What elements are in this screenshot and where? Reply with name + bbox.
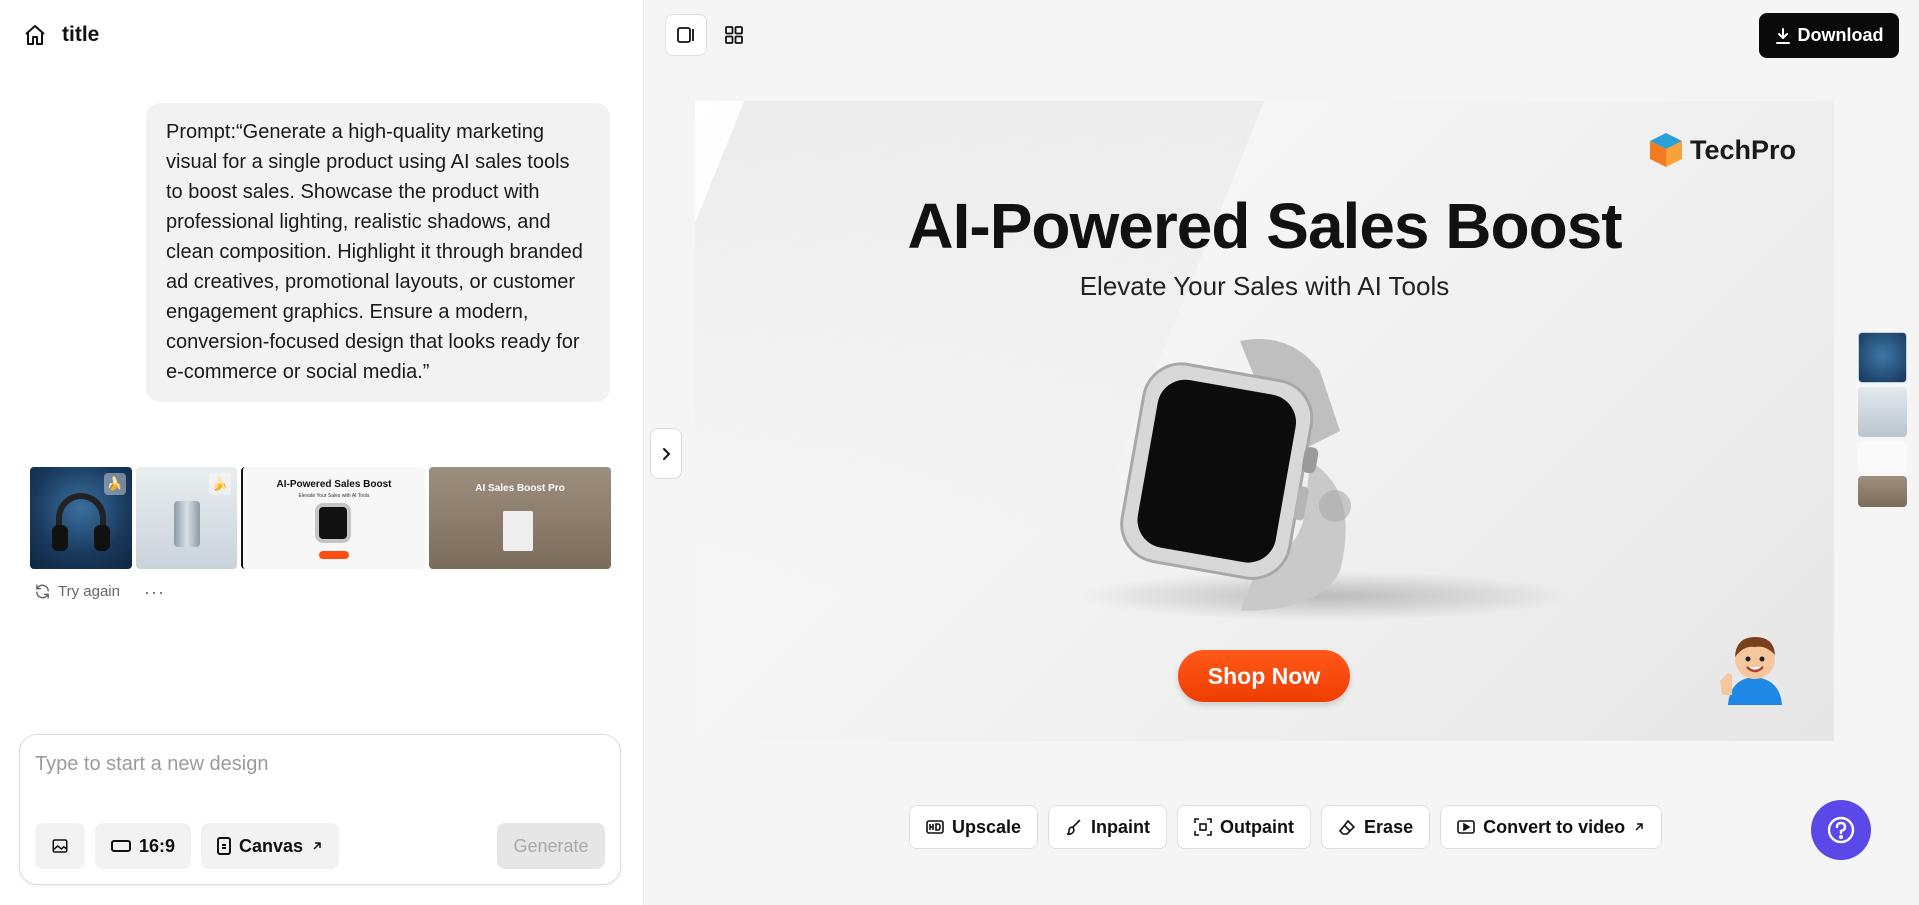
aspect-ratio-button[interactable]: 16:9 <box>95 823 192 869</box>
prompt-message: Prompt:“Generate a high-quality marketin… <box>146 103 610 402</box>
convert-to-video-button[interactable]: Convert to video <box>1440 805 1663 849</box>
video-icon <box>1457 820 1475 834</box>
home-button[interactable] <box>22 22 48 48</box>
inpaint-label: Inpaint <box>1091 816 1151 837</box>
chevron-right-icon <box>663 447 671 460</box>
question-icon <box>1827 816 1855 844</box>
convert-to-video-label: Convert to video <box>1483 816 1626 837</box>
edit-toolbar: Upscale Inpaint Outpaint Erase Convert t… <box>909 805 1663 849</box>
thumbnail-cta <box>319 551 349 559</box>
variation-thumbnail-1[interactable] <box>1858 332 1907 383</box>
result-thumbnail-1[interactable]: 🍌 <box>30 467 132 569</box>
single-view-button[interactable] <box>665 14 707 56</box>
hd-icon <box>926 820 944 834</box>
result-actions: Try again ··· <box>34 583 165 601</box>
variation-thumbnail-3[interactable] <box>1858 441 1907 472</box>
result-thumbnail-2[interactable]: 🍌 <box>136 467 237 569</box>
thumbnail-headline: AI-Powered Sales Boost <box>276 479 392 490</box>
preview-panel: Download TechPro AI-Powered Sales Boost … <box>645 0 1919 905</box>
upscale-button[interactable]: Upscale <box>909 805 1039 849</box>
erase-button[interactable]: Erase <box>1321 805 1431 849</box>
download-button[interactable]: Download <box>1759 13 1899 58</box>
inpaint-button[interactable]: Inpaint <box>1048 805 1168 849</box>
cube-logo-icon <box>1649 133 1682 167</box>
variation-filmstrip <box>1858 332 1907 507</box>
app: title Prompt:“Generate a high-quality ma… <box>0 0 1919 905</box>
result-thumbnails: 🍌 🍌 AI-Powered Sales Boost Elevate Your … <box>30 467 611 569</box>
headphones-cup-right <box>94 525 110 551</box>
brand-name: TechPro <box>1689 134 1796 165</box>
prompt-input[interactable] <box>35 753 605 776</box>
watch-graphic <box>315 503 351 543</box>
page-title[interactable]: title <box>62 23 99 47</box>
canvas-icon <box>217 837 232 855</box>
home-icon <box>25 25 45 45</box>
ratio-icon <box>111 840 131 852</box>
generate-button[interactable]: Generate <box>497 823 605 869</box>
external-arrow-icon <box>1635 823 1643 831</box>
image-icon <box>52 839 68 853</box>
product-graphic <box>503 511 533 551</box>
headphones-cup-left <box>52 525 68 551</box>
banana-icon: 🍌 <box>209 473 231 495</box>
help-button[interactable] <box>1811 800 1871 860</box>
smartwatch-image <box>1120 339 1351 611</box>
outpaint-label: Outpaint <box>1220 816 1295 837</box>
aspect-ratio-label: 16:9 <box>139 835 176 856</box>
top-bar: title <box>22 22 99 48</box>
grid-icon <box>725 26 743 44</box>
product-graphic <box>174 501 200 547</box>
result-thumbnail-3[interactable]: AI-Powered Sales Boost Elevate Your Sale… <box>241 467 425 569</box>
more-options-button[interactable]: ··· <box>144 583 165 601</box>
canvas-button[interactable]: Canvas <box>201 823 340 869</box>
variation-thumbnail-4[interactable] <box>1858 476 1907 507</box>
canvas-subhead: Elevate Your Sales with AI Tools <box>1079 271 1450 301</box>
thumbnail-headline: AI Sales Boost Pro <box>475 483 565 494</box>
refresh-icon <box>36 584 49 599</box>
eraser-icon <box>1338 819 1356 835</box>
upscale-label: Upscale <box>952 816 1022 837</box>
composer: 16:9 Canvas Generate <box>19 734 621 885</box>
thumbnail-subhead: Elevate Your Sales with AI Tools <box>298 493 370 499</box>
canvas-label: Canvas <box>239 835 304 856</box>
shop-now-button: Shop Now <box>1178 650 1350 702</box>
chat-panel: title Prompt:“Generate a high-quality ma… <box>0 0 644 905</box>
upload-image-button[interactable] <box>35 823 85 869</box>
expand-panel-button[interactable] <box>650 428 682 479</box>
result-thumbnail-4[interactable]: AI Sales Boost Pro <box>429 467 611 569</box>
composer-tools: 16:9 Canvas <box>35 823 340 869</box>
panel-view-icon <box>677 27 694 43</box>
external-arrow-icon <box>313 842 321 850</box>
banana-icon: 🍌 <box>104 473 126 495</box>
brand-logo: TechPro <box>1648 131 1796 169</box>
canvas-headline: AI-Powered Sales Boost <box>907 190 1622 262</box>
download-label: Download <box>1797 25 1884 45</box>
expand-frame-icon <box>1194 818 1212 836</box>
grid-view-button[interactable] <box>713 14 755 56</box>
erase-label: Erase <box>1364 816 1414 837</box>
outpaint-button[interactable]: Outpaint <box>1177 805 1312 849</box>
design-canvas[interactable]: TechPro AI-Powered Sales Boost Elevate Y… <box>695 101 1834 741</box>
brush-icon <box>1066 819 1081 835</box>
variation-thumbnail-2[interactable] <box>1858 387 1907 437</box>
mascot-thumbs-up-image <box>1720 637 1782 705</box>
download-icon <box>1775 27 1790 44</box>
try-again-label: Try again <box>58 583 120 600</box>
view-toggle <box>665 14 755 56</box>
try-again-button[interactable]: Try again <box>34 583 120 600</box>
